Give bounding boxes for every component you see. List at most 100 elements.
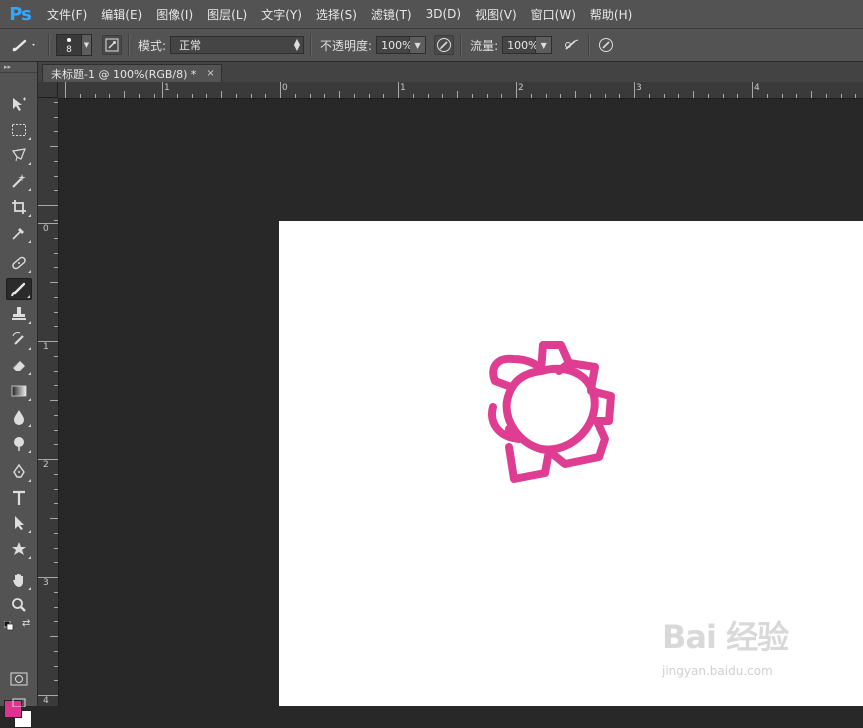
eyedropper-tool[interactable] xyxy=(6,222,32,244)
options-bar: 8 ▼ 模式: 正常 ▲ ▼ 不透明度: 100% ▼ 流量: 100% ▼ xyxy=(0,29,863,62)
watermark-url-text: jingyan.baidu.com xyxy=(662,664,773,678)
separator xyxy=(460,34,463,56)
flow-label: 流量: xyxy=(470,38,499,53)
menu-layer[interactable]: 图层(L) xyxy=(200,6,254,23)
brush-tool[interactable] xyxy=(6,278,32,300)
brush-picker-arrow[interactable]: ▼ xyxy=(82,34,92,56)
tool-flyout-indicator xyxy=(28,270,31,273)
pressure-pen-icon xyxy=(437,38,452,52)
screen-mode-icon[interactable] xyxy=(10,696,28,708)
menu-file[interactable]: 文件(F) xyxy=(40,6,94,23)
ruler-v-label: 4 xyxy=(43,696,49,706)
move-tool[interactable] xyxy=(6,93,32,115)
tool-flyout-indicator xyxy=(28,188,31,191)
tool-flyout-indicator xyxy=(28,162,31,165)
brush-tip-dot xyxy=(67,38,71,42)
tool-flyout-indicator xyxy=(28,530,31,533)
blur-icon xyxy=(14,410,24,425)
clone-stamp-tool[interactable] xyxy=(6,303,32,325)
panel-collapse-grip[interactable]: ▸▸ xyxy=(0,62,37,73)
quick-mask-icon[interactable] xyxy=(10,672,28,686)
photoshop-logo[interactable]: Ps xyxy=(0,4,40,25)
tool-flyout-indicator xyxy=(27,295,30,298)
marquee-tool[interactable] xyxy=(6,119,32,141)
document-tab[interactable]: 未标题-1 @ 100%(RGB/8) * × xyxy=(42,64,222,82)
path-selection-tool[interactable] xyxy=(6,512,32,534)
blur-tool[interactable] xyxy=(6,406,32,428)
opacity-dropdown-arrow[interactable]: ▼ xyxy=(410,36,427,54)
close-icon[interactable]: × xyxy=(206,68,214,79)
opacity-label: 不透明度: xyxy=(320,38,373,53)
marquee-icon xyxy=(12,124,26,136)
tool-flyout-indicator xyxy=(28,424,31,427)
ruler-h-label: 3 xyxy=(636,83,642,93)
dodge-tool[interactable] xyxy=(6,432,32,454)
separator xyxy=(128,34,130,56)
menu-3d[interactable]: 3D(D) xyxy=(419,7,468,21)
menu-select[interactable]: 选择(S) xyxy=(309,6,364,23)
pen-tool[interactable] xyxy=(6,461,32,483)
brush-size-preview: 8 xyxy=(56,34,82,56)
separator xyxy=(310,34,313,56)
history-brush-tool[interactable] xyxy=(6,329,32,351)
horizontal-ruler-ticks xyxy=(65,82,856,98)
hand-icon xyxy=(13,574,23,587)
document-area: 未标题-1 @ 100%(RGB/8) * × 1 0 1 2 3 4 0 1 … xyxy=(38,62,863,706)
airbrush-button[interactable] xyxy=(562,35,582,55)
tools-panel: ▸▸ ⇄ xyxy=(0,62,38,728)
brush-panel-toggle[interactable] xyxy=(102,35,122,55)
brush-preset-icon xyxy=(12,39,35,52)
flow-dropdown-arrow[interactable]: ▼ xyxy=(536,36,553,54)
pressure-size-button[interactable] xyxy=(596,35,616,55)
opacity-field[interactable]: 100% ▼ xyxy=(376,36,427,54)
ruler-origin[interactable] xyxy=(38,82,58,98)
menu-edit[interactable]: 编辑(E) xyxy=(94,6,149,23)
shape-icon xyxy=(12,542,26,555)
opacity-value[interactable]: 100% xyxy=(376,36,413,54)
menu-view[interactable]: 视图(V) xyxy=(468,6,524,23)
history-brush-icon xyxy=(12,332,24,345)
tool-flyout-indicator xyxy=(28,479,31,482)
tool-flyout-indicator xyxy=(28,137,31,140)
mode-label: 模式: xyxy=(138,38,167,53)
crop-tool[interactable] xyxy=(6,196,32,218)
type-tool[interactable] xyxy=(6,487,32,509)
eraser-tool[interactable] xyxy=(6,354,32,376)
pressure-opacity-button[interactable] xyxy=(434,35,455,55)
hand-tool[interactable] xyxy=(6,569,32,591)
flow-field[interactable]: 100% ▼ xyxy=(502,36,553,54)
tool-flyout-indicator xyxy=(28,214,31,217)
tool-flyout-indicator xyxy=(28,321,31,324)
menu-filter[interactable]: 滤镜(T) xyxy=(364,6,419,23)
vertical-ruler[interactable]: 0 1 2 3 4 xyxy=(38,98,59,706)
swap-colors-icon[interactable]: ⇄ xyxy=(22,618,34,630)
lasso-tool[interactable] xyxy=(6,144,32,166)
flow-value[interactable]: 100% xyxy=(502,36,539,54)
ruler-h-label: 0 xyxy=(282,83,288,93)
document-tab-title: 未标题-1 @ 100%(RGB/8) * xyxy=(51,67,197,81)
menu-type[interactable]: 文字(Y) xyxy=(254,6,309,23)
mode-value: 正常 xyxy=(179,39,202,52)
healing-brush-tool[interactable] xyxy=(6,252,32,274)
brush-picker[interactable]: 8 ▼ xyxy=(56,34,92,56)
ruler-h-label: 1 xyxy=(400,83,406,93)
eraser-icon xyxy=(12,361,25,371)
magic-wand-tool[interactable] xyxy=(6,170,32,192)
default-colors-icon[interactable] xyxy=(3,620,14,631)
tool-preset-picker[interactable] xyxy=(8,35,42,55)
shape-tool[interactable] xyxy=(6,538,32,560)
menu-window[interactable]: 窗口(W) xyxy=(524,6,583,23)
gradient-tool[interactable] xyxy=(6,380,32,402)
ruler-v-label: 1 xyxy=(43,342,49,352)
clone-stamp-icon xyxy=(12,307,26,320)
tool-flyout-indicator xyxy=(28,398,31,401)
menu-image[interactable]: 图像(I) xyxy=(149,6,200,23)
zoom-icon xyxy=(12,598,26,612)
mode-select[interactable]: 正常 ▲ ▼ xyxy=(170,36,305,54)
ruler-v-label: 3 xyxy=(43,578,49,588)
document-tab-bar: 未标题-1 @ 100%(RGB/8) * × xyxy=(38,62,863,82)
menu-help[interactable]: 帮助(H) xyxy=(583,6,639,23)
horizontal-ruler[interactable]: 1 0 1 2 3 4 xyxy=(58,82,863,99)
ruler-h-label: 4 xyxy=(754,83,760,93)
zoom-tool[interactable] xyxy=(6,594,32,616)
